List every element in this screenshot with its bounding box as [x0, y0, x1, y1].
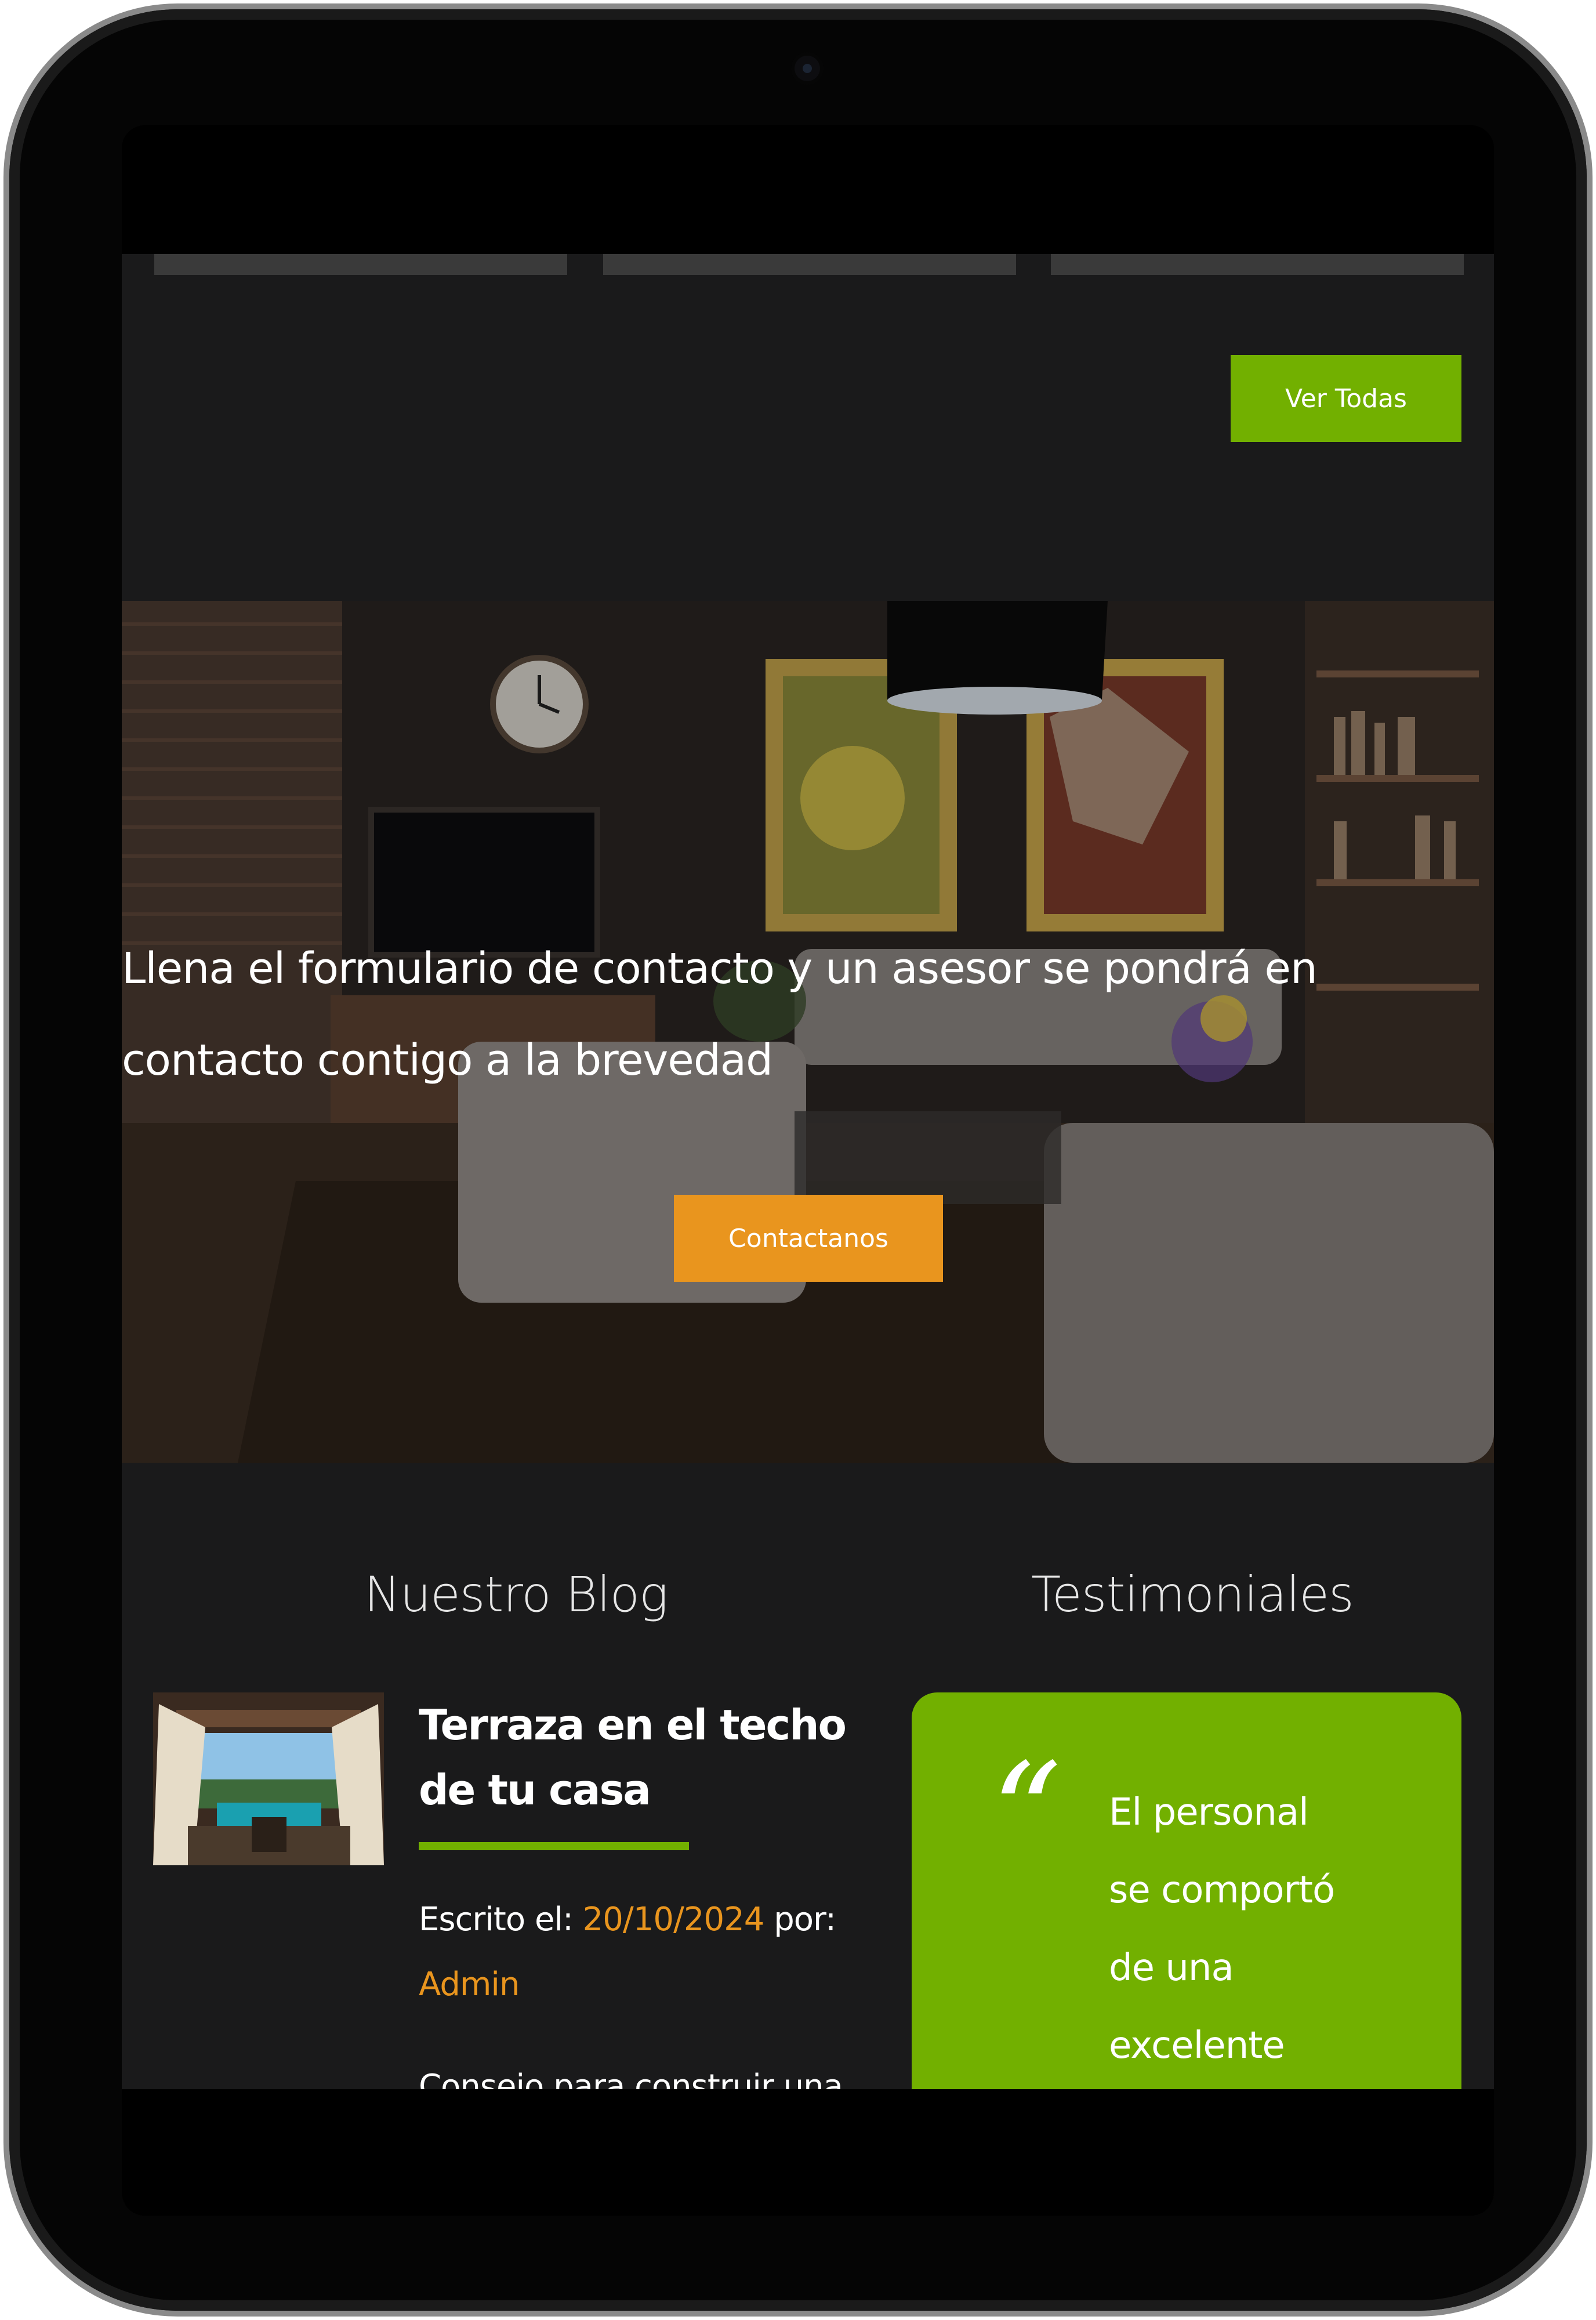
- view-all-button[interactable]: Ver Todas: [1231, 355, 1461, 442]
- by-label: por:: [774, 1901, 836, 1938]
- post-date-link[interactable]: 20/10/2024: [583, 1901, 765, 1938]
- written-label: Escrito el:: [419, 1901, 574, 1938]
- card-edge: [603, 254, 1016, 275]
- quote-icon: “: [991, 1733, 1062, 1895]
- tablet-frame: Ver Todas Llena el formulario de contact…: [3, 3, 1593, 2317]
- contact-hero-banner: Llena el formulario de contacto y un ase…: [122, 601, 1494, 1463]
- blog-post-title[interactable]: Terraza en el techo de tu casa: [419, 1692, 894, 1822]
- tablet-bezel: Ver Todas Llena el formulario de contact…: [9, 9, 1587, 2311]
- rooftop-terrace-image: [153, 1692, 384, 1865]
- camera-icon: [795, 56, 820, 81]
- title-underline: [419, 1842, 689, 1850]
- post-author-link[interactable]: Admin: [419, 1966, 520, 2003]
- screen-bottom-area: [122, 2089, 1494, 2216]
- blog-post-meta: Escrito el: 20/10/2024 por: Admin: [419, 1887, 894, 2017]
- card-row-edges: [122, 254, 1494, 275]
- hero-message: Llena el formulario de contacto y un ase…: [122, 944, 1318, 1085]
- card-edge: [154, 254, 567, 275]
- web-page[interactable]: Ver Todas Llena el formulario de contact…: [122, 254, 1494, 2205]
- contact-button[interactable]: Contactanos: [674, 1195, 943, 1282]
- blog-section-title: Nuestro Blog: [364, 1566, 668, 1623]
- card-edge: [1051, 254, 1464, 275]
- blog-post-thumbnail[interactable]: [153, 1692, 384, 1865]
- testimonials-section-title: Testimoniales: [1031, 1566, 1354, 1623]
- screen-top-area: [122, 125, 1494, 254]
- tablet-screen: Ver Todas Llena el formulario de contact…: [122, 125, 1494, 2216]
